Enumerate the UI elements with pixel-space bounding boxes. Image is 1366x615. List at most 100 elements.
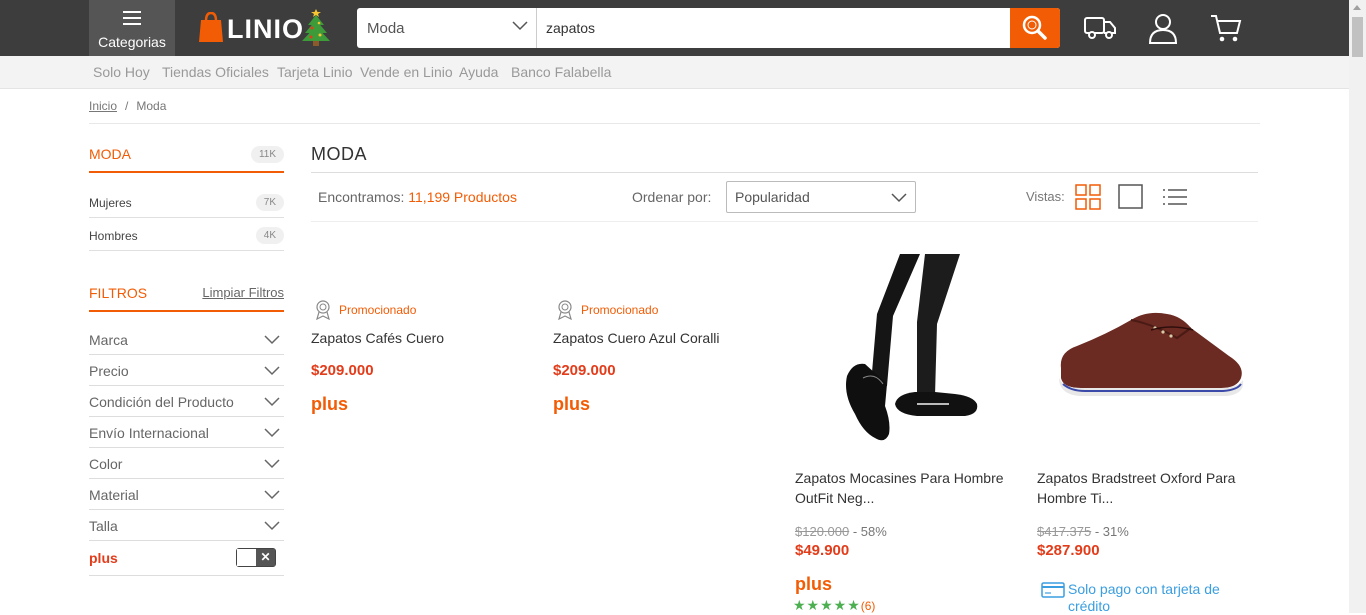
page-scrollbar[interactable] (1349, 0, 1366, 613)
product-image[interactable] (825, 254, 985, 449)
product-card[interactable]: Zapatos Bradstreet Oxford Para Hombre Ti… (1037, 254, 1262, 615)
product-price: $209.000 (553, 362, 616, 379)
filter-condicion[interactable]: Condición del Producto (89, 386, 284, 417)
search-input[interactable] (538, 8, 1010, 48)
views-label: Vistas: (1026, 189, 1065, 204)
page-title: MODA (311, 144, 367, 164)
category-title: MODA (89, 146, 131, 162)
category-header[interactable]: MODA 11K (89, 146, 284, 166)
product-name[interactable]: Zapatos Mocasines Para Hombre OutFit Neg… (795, 468, 1015, 508)
categories-label: Categorias (98, 34, 166, 50)
bag-logo-icon (199, 12, 223, 42)
user-icon[interactable] (1146, 12, 1180, 44)
breadcrumb-current: Moda (136, 99, 167, 113)
nav-link-solo-hoy[interactable]: Solo Hoy (93, 64, 150, 80)
linio-logo[interactable]: LINIO (197, 8, 337, 46)
plus-toggle[interactable]: ✕ (236, 548, 276, 567)
category-count: 11K (250, 146, 284, 163)
divider (89, 310, 284, 312)
product-name[interactable]: Zapatos Bradstreet Oxford Para Hombre Ti… (1037, 468, 1257, 508)
old-price-value: $417.375 (1037, 524, 1092, 539)
nav-link-ayuda[interactable]: Ayuda (459, 64, 498, 80)
nav-link-tarjeta-linio[interactable]: Tarjeta Linio (277, 64, 353, 80)
credit-line-1: Solo pago con tarjeta de (1068, 581, 1220, 597)
search-button[interactable] (1010, 8, 1060, 48)
chevron-down-icon (264, 521, 280, 531)
single-view-icon[interactable] (1118, 184, 1144, 210)
breadcrumb-home[interactable]: Inicio (89, 99, 117, 113)
product-card[interactable]: Promocionado Zapatos Cafés Cuero $209.00… (311, 300, 536, 430)
search-icon (1022, 15, 1047, 40)
plus-filter-label: plus (89, 550, 118, 566)
promoted-label: Promocionado (339, 303, 417, 317)
clear-filters-link[interactable]: Limpiar Filtros (202, 285, 284, 300)
filters-title: FILTROS (89, 285, 148, 301)
product-image[interactable] (1051, 294, 1251, 404)
filters-header: FILTROS Limpiar Filtros (89, 285, 284, 305)
filter-label: Precio (89, 363, 129, 379)
search-category-select[interactable]: Moda (357, 8, 537, 48)
chevron-down-icon (264, 366, 280, 376)
results-count: Encontramos: 11,199 Productos (318, 189, 517, 205)
product-name[interactable]: Zapatos Cuero Azul Coralli (553, 328, 773, 348)
discount-value: - 58% (852, 524, 887, 539)
chevron-down-icon (264, 397, 280, 407)
sort-label: Ordenar por: (632, 189, 712, 205)
close-icon: ✕ (256, 549, 275, 566)
list-view-icon[interactable] (1162, 184, 1188, 210)
plus-badge: plus (311, 394, 349, 414)
award-icon (558, 300, 572, 320)
scroll-up-arrow[interactable] (1353, 5, 1361, 10)
results-number: 11,199 Productos (408, 189, 517, 205)
search-category-value: Moda (367, 20, 405, 37)
filter-plus: plus ✕ (89, 541, 284, 576)
nav-link-tiendas-oficiales[interactable]: Tiendas Oficiales (162, 64, 269, 80)
product-price: $287.900 (1037, 542, 1100, 559)
product-card[interactable]: Promocionado Zapatos Cuero Azul Coralli … (553, 300, 778, 430)
filter-label: Condición del Producto (89, 394, 234, 410)
truck-icon[interactable] (1083, 12, 1117, 44)
filter-label: Material (89, 487, 139, 503)
nav-link-vende-en-linio[interactable]: Vende en Linio (360, 64, 453, 80)
chevron-down-icon (264, 490, 280, 500)
filter-talla[interactable]: Talla (89, 510, 284, 541)
filter-precio[interactable]: Precio (89, 355, 284, 386)
subcategory-mujeres[interactable]: Mujeres 7K (89, 187, 284, 218)
credit-card-notice: Solo pago con tarjeta de crédito (1037, 581, 1237, 615)
menu-icon (123, 11, 141, 29)
filter-label: Envío Internacional (89, 425, 209, 441)
breadcrumb-separator: / (125, 99, 129, 113)
toggle-knob (237, 549, 257, 566)
divider (89, 123, 1260, 124)
chevron-down-icon (264, 335, 280, 345)
christmas-tree-icon (302, 9, 330, 46)
subcategory-count: 7K (255, 194, 284, 211)
product-price: $49.900 (795, 542, 850, 559)
logo-text: LINIO (227, 14, 304, 44)
subcategory-hombres[interactable]: Hombres 4K (89, 220, 284, 251)
sort-value: Popularidad (735, 189, 810, 205)
discount-value: - 31% (1094, 524, 1129, 539)
filter-color[interactable]: Color (89, 448, 284, 479)
chevron-down-icon (264, 459, 280, 469)
product-name[interactable]: Zapatos Cafés Cuero (311, 328, 531, 348)
categories-button[interactable]: Categorias (89, 0, 175, 56)
credit-card-icon (1041, 582, 1065, 598)
product-card[interactable]: Zapatos Mocasines Para Hombre OutFit Neg… (793, 254, 1020, 614)
divider (311, 172, 1258, 173)
grid-view-icon[interactable] (1075, 184, 1101, 210)
scrollbar-thumb[interactable] (1352, 17, 1363, 57)
nav-link-banco-falabella[interactable]: Banco Falabella (511, 64, 611, 80)
filter-material[interactable]: Material (89, 479, 284, 510)
rating-stars[interactable]: ★★★★★(6) (793, 597, 875, 614)
breadcrumb: Inicio / Moda (89, 99, 166, 113)
filter-envio-internacional[interactable]: Envío Internacional (89, 417, 284, 448)
subcategory-count: 4K (255, 227, 284, 244)
plus-badge: plus (553, 394, 591, 414)
cart-icon[interactable] (1209, 12, 1243, 44)
chevron-down-icon (512, 21, 528, 31)
promoted-label: Promocionado (581, 303, 659, 317)
review-count: (6) (860, 599, 876, 613)
filter-marca[interactable]: Marca (89, 324, 284, 355)
sort-select[interactable]: Popularidad (726, 181, 916, 213)
